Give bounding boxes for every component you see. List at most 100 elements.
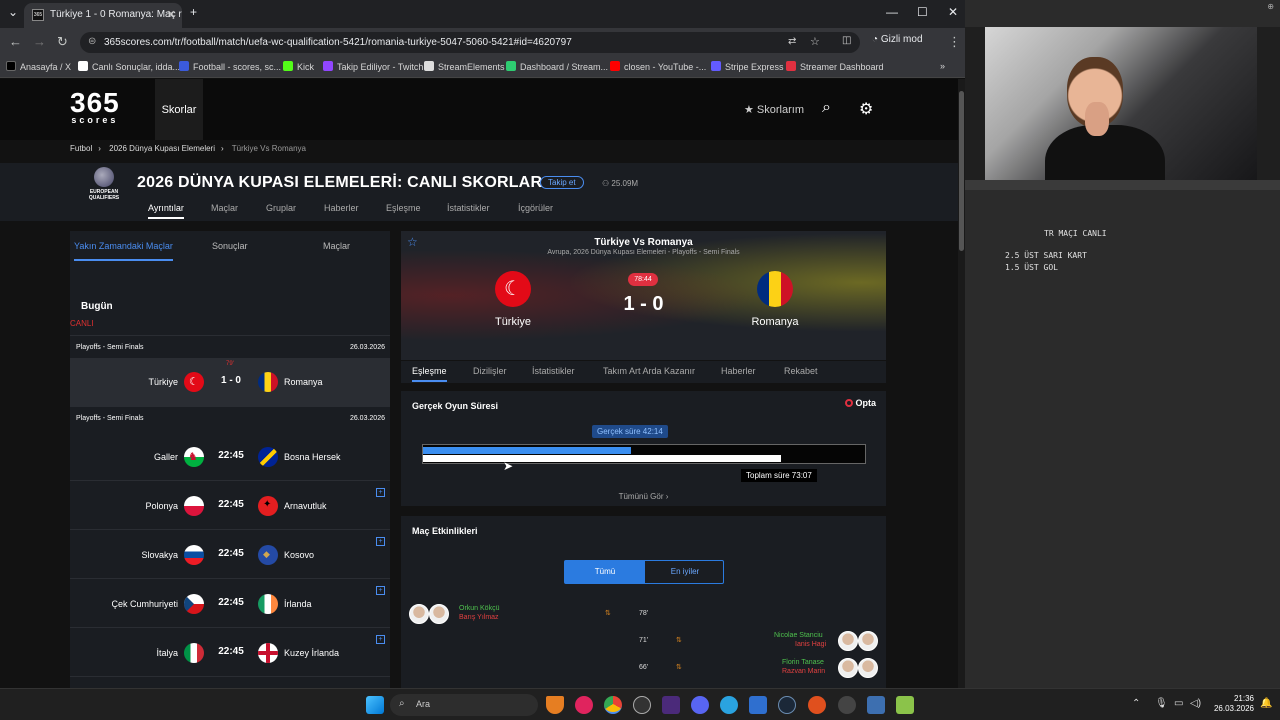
tab-insights[interactable]: İçgörüler xyxy=(518,203,553,213)
page-scrollbar[interactable] xyxy=(958,79,965,688)
discord-icon[interactable] xyxy=(691,696,709,714)
extensions-icon[interactable]: ◫ xyxy=(842,35,851,46)
match-row[interactable]: + Çek Cumhuriyeti 22:45 İrlanda xyxy=(70,580,390,628)
filter-all-button[interactable]: Tümü xyxy=(565,561,645,583)
my-scores-link[interactable]: ★ Skorlarım xyxy=(744,103,804,116)
expand-icon[interactable]: + xyxy=(376,537,385,546)
romania-flag-icon[interactable] xyxy=(757,271,793,307)
scrollbar-thumb[interactable] xyxy=(959,91,964,251)
player-avatar[interactable] xyxy=(858,658,878,678)
tab-matchup[interactable]: Eşleşme xyxy=(412,366,447,382)
tab-bracket[interactable]: Eşleşme xyxy=(386,203,421,213)
back-icon[interactable]: ← xyxy=(9,34,22,49)
taskbar-search[interactable]: ⌕ Ara xyxy=(390,694,538,716)
app-m-icon[interactable] xyxy=(662,696,680,714)
tab-matches[interactable]: Maçlar xyxy=(211,203,238,213)
expand-icon[interactable]: + xyxy=(376,635,385,644)
match-row[interactable]: + Slovakya 22:45 ◆ Kosovo xyxy=(70,531,390,579)
app-icon[interactable] xyxy=(867,696,885,714)
live-match-row[interactable]: 79' Türkiye ☾ 1 - 0 Romanya xyxy=(70,358,390,406)
bookmark-item[interactable]: Kick xyxy=(283,61,314,72)
mail-icon[interactable] xyxy=(749,696,767,714)
bookmark-item[interactable]: closen - YouTube -... xyxy=(610,61,706,72)
bookmark-item[interactable]: Football - scores, sc... xyxy=(179,61,281,72)
tab-statistics[interactable]: İstatistikler xyxy=(532,366,575,376)
tab-news[interactable]: Haberler xyxy=(721,366,756,376)
maximize-icon[interactable]: ☐ xyxy=(917,5,928,19)
away-team-name[interactable]: Romanya xyxy=(730,316,820,328)
player-avatar[interactable] xyxy=(838,631,858,651)
bookmark-item[interactable]: Stripe Express xyxy=(711,61,784,72)
bookmark-item[interactable]: Takip Ediliyor - Twitch xyxy=(323,61,423,72)
match-row[interactable]: Galler ♞ 22:45 Bosna Hersek xyxy=(70,433,390,481)
home-team-name[interactable]: Türkiye xyxy=(468,316,558,328)
translate-icon[interactable]: ⇄ xyxy=(788,36,796,47)
tab-results[interactable]: Sonuçlar xyxy=(212,241,248,251)
expand-icon[interactable]: + xyxy=(376,488,385,497)
site-info-icon[interactable]: ⊜ xyxy=(88,36,96,47)
player-avatar[interactable] xyxy=(409,604,429,624)
bookmark-item[interactable]: Streamer Dashboard xyxy=(786,61,884,72)
tab-details[interactable]: Ayrıntılar xyxy=(148,203,184,219)
tab-fixtures[interactable]: Maçlar xyxy=(323,241,350,251)
tab-lineups[interactable]: Dizilişler xyxy=(473,366,507,376)
tab-news[interactable]: Haberler xyxy=(324,203,359,213)
bookmark-star-icon[interactable]: ☆ xyxy=(810,35,820,48)
minimize-icon[interactable]: — xyxy=(886,5,898,19)
player-out[interactable]: Ianis Hagi xyxy=(795,641,826,648)
obs-icon[interactable] xyxy=(633,696,651,714)
player-avatar[interactable] xyxy=(429,604,449,624)
bookmark-item[interactable]: Dashboard / Stream... xyxy=(506,61,608,72)
url-input[interactable]: ⊜ 365scores.com/tr/football/match/uefa-w… xyxy=(80,32,860,53)
reload-icon[interactable]: ↻ xyxy=(57,34,68,50)
expand-icon[interactable]: + xyxy=(376,586,385,595)
steam-icon[interactable] xyxy=(778,696,796,714)
notepad-icon[interactable] xyxy=(896,696,914,714)
windows-start-icon[interactable] xyxy=(366,696,384,714)
breadcrumb-football[interactable]: Futbol xyxy=(70,144,92,153)
microphone-icon[interactable]: 🎙 xyxy=(1155,698,1168,709)
player-out[interactable]: Razvan Marin xyxy=(782,668,825,675)
player-in[interactable]: Nicolae Stanciu xyxy=(774,632,823,639)
browser-tab[interactable]: 365 Türkiye 1 - 0 Romanya: Maç raporu ✕ xyxy=(24,3,182,28)
system-clock[interactable]: 21:36 26.03.2026 xyxy=(1210,694,1254,714)
chrome-icon[interactable] xyxy=(604,696,622,714)
nav-scores[interactable]: Skorlar xyxy=(155,79,203,140)
player-avatar[interactable] xyxy=(838,658,858,678)
turkey-flag-icon[interactable]: ☾ xyxy=(495,271,531,307)
player-avatar[interactable] xyxy=(858,631,878,651)
filter-best-button[interactable]: En iyiler xyxy=(645,561,725,583)
vlc-icon[interactable] xyxy=(546,696,564,714)
search-icon[interactable]: ⌕ xyxy=(822,99,831,117)
tab-team-streaks[interactable]: Takım Art Arda Kazanır xyxy=(603,366,695,376)
match-row[interactable]: + İtalya 22:45 Kuzey İrlanda xyxy=(70,629,390,677)
breadcrumb-competition[interactable]: 2026 Dünya Kupası Elemeleri xyxy=(109,144,215,153)
new-tab-icon[interactable]: + xyxy=(190,5,197,19)
settings-gear-icon[interactable]: ⚙ xyxy=(859,99,873,119)
match-row[interactable]: + Polonya 22:45 ✦ Arnavutluk xyxy=(70,482,390,530)
incognito-badge[interactable]: ◔ Gizli mod xyxy=(872,34,923,45)
tab-head-to-head[interactable]: Rekabet xyxy=(784,366,818,376)
settings-icon[interactable] xyxy=(838,696,856,714)
player-in[interactable]: Florin Tanase xyxy=(782,659,824,666)
close-window-icon[interactable]: ✕ xyxy=(948,5,958,19)
show-hidden-icons[interactable]: ⌃ xyxy=(1132,698,1140,709)
game-launcher-icon[interactable] xyxy=(808,696,826,714)
more-bookmarks-icon[interactable]: » xyxy=(940,61,945,71)
telegram-icon[interactable] xyxy=(720,696,738,714)
player-in[interactable]: Orkun Kökçü xyxy=(459,605,499,612)
bookmark-item[interactable]: Anasayfa / X xyxy=(6,61,71,72)
media-player-icon[interactable] xyxy=(575,696,593,714)
network-icon[interactable]: ▭ xyxy=(1174,698,1183,709)
tab-recent-matches[interactable]: Yakın Zamandaki Maçlar xyxy=(74,241,173,261)
bookmark-item[interactable]: StreamElements xyxy=(424,61,505,72)
volume-icon[interactable]: ◁) xyxy=(1190,698,1201,709)
see-all-link[interactable]: Tümünü Gör › xyxy=(401,492,886,501)
tab-stats[interactable]: İstatistikler xyxy=(447,203,490,213)
forward-icon[interactable]: → xyxy=(33,34,46,49)
tab-search-icon[interactable]: ⌄ xyxy=(8,5,18,19)
tab-groups[interactable]: Gruplar xyxy=(266,203,296,213)
bookmark-item[interactable]: Canlı Sonuçlar, idda... xyxy=(78,61,180,72)
site-logo[interactable]: 365 scores xyxy=(70,89,120,126)
follow-button[interactable]: Takip et xyxy=(540,176,584,189)
